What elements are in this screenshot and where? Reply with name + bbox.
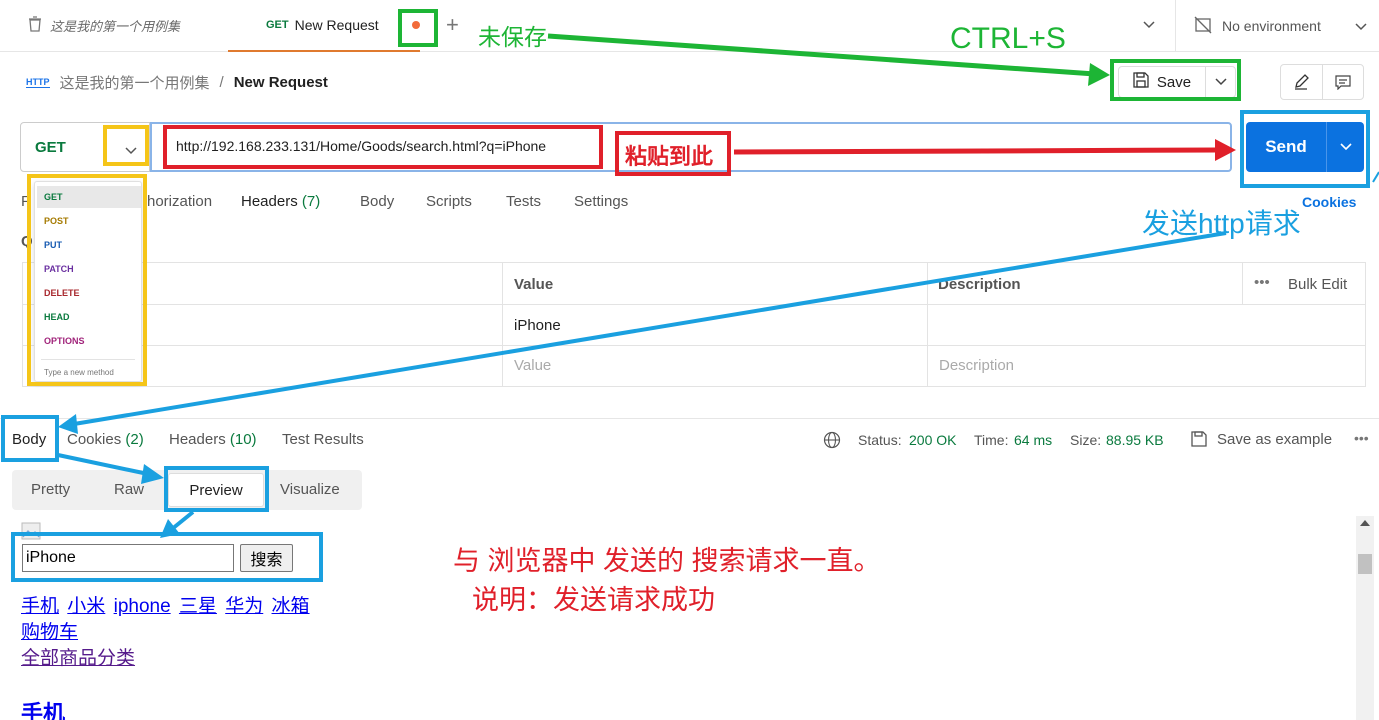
resp-tab-cookies[interactable]: Cookies (2) (67, 431, 144, 448)
cookies-link[interactable]: Cookies (1302, 194, 1356, 210)
preview-heading: 手机 (21, 701, 66, 720)
link-phone[interactable]: 手机 (21, 596, 59, 617)
environment-label: No environment (1222, 18, 1321, 34)
breadcrumb: HTTP 这是我的第一个用例集 / New Request (26, 72, 328, 93)
resp-tab-cookies-count: (2) (125, 431, 144, 448)
tab-authorization[interactable]: horization (147, 193, 212, 210)
param-value-placeholder[interactable]: Value (514, 357, 551, 374)
status-label: Status: (858, 432, 902, 448)
method-label: GET (35, 138, 66, 156)
link-cart[interactable]: 购物车 (21, 622, 78, 643)
preview-scrollbar[interactable] (1356, 516, 1374, 720)
size-label: Size: (1070, 432, 1102, 448)
view-visualize[interactable]: Visualize (280, 481, 340, 498)
col-description-header: Description (938, 276, 1021, 293)
floppy-disk-icon (1191, 431, 1207, 450)
preview-highlight-box (164, 466, 269, 512)
view-pretty[interactable]: Pretty (31, 481, 70, 498)
link-xiaomi[interactable]: 小米 (67, 596, 105, 617)
params-table: Value Description ••• Bulk Edit iPhone V… (22, 262, 1366, 387)
pencil-icon[interactable] (1281, 65, 1323, 99)
tab-body[interactable]: Body (360, 193, 394, 210)
method-highlight-box (103, 125, 149, 166)
collection-tab[interactable]: 这是我的第一个用例集 (28, 16, 180, 35)
edit-comment-group (1280, 64, 1364, 100)
dropdown-highlight-box (27, 174, 147, 386)
col-value-header: Value (514, 276, 554, 293)
size-value[interactable]: 88.95 KB (1106, 432, 1164, 448)
breadcrumb-parent[interactable]: 这是我的第一个用例集 (60, 72, 210, 93)
time-label: Time: (974, 432, 1009, 448)
param-description-placeholder[interactable]: Description (939, 357, 1014, 374)
link-huawei[interactable]: 华为 (225, 596, 263, 617)
breadcrumb-separator: / (219, 74, 224, 91)
more-dots-icon[interactable]: ••• (1254, 274, 1270, 291)
save-as-example-button[interactable]: Save as example (1217, 431, 1332, 448)
link-fridge[interactable]: 冰箱 (272, 596, 310, 617)
link-iphone[interactable]: iphone (114, 596, 171, 617)
tab-bar (0, 0, 1379, 52)
tab-scripts[interactable]: Scripts (426, 193, 472, 210)
more-dots-icon[interactable]: ••• (1354, 430, 1369, 446)
bulk-edit-link[interactable]: Bulk Edit (1288, 276, 1347, 293)
annotation-unsaved: 未保存 (478, 24, 547, 50)
unsaved-highlight-box (398, 9, 438, 47)
send-highlight-box (1240, 110, 1370, 188)
resp-tab-headers[interactable]: Headers (10) (169, 431, 257, 448)
search-highlight-box (11, 532, 323, 582)
comment-icon[interactable] (1323, 65, 1364, 99)
no-environment-icon (1194, 16, 1212, 37)
tab-headers-count: (7) (301, 193, 321, 210)
tab-headers-label: Headers (241, 193, 298, 210)
time-value[interactable]: 64 ms (1014, 432, 1052, 448)
annotation-success: 说明：发送请求成功 (472, 585, 715, 615)
annotation-send-http: 发送http请求 (1142, 208, 1301, 239)
url-highlight-box (163, 125, 603, 169)
environment-selector[interactable]: No environment (1175, 0, 1379, 52)
resp-tab-headers-count: (10) (229, 431, 257, 448)
globe-icon[interactable] (823, 431, 841, 452)
view-raw[interactable]: Raw (114, 481, 144, 498)
resp-tab-test-results[interactable]: Test Results (282, 431, 364, 448)
resp-tab-cookies-label: Cookies (67, 431, 122, 448)
request-tab-method: GET (266, 19, 289, 31)
tab-headers[interactable]: Headers (7) (241, 193, 320, 210)
chevron-down-icon (1355, 18, 1367, 34)
link-all-categories[interactable]: 全部商品分类 (21, 648, 135, 669)
annotation-ctrl-s: CTRL+S (950, 22, 1066, 55)
resp-tab-headers-label: Headers (169, 431, 226, 448)
tab-tests[interactable]: Tests (506, 193, 541, 210)
tab-settings[interactable]: Settings (574, 193, 628, 210)
preview-links: 手机 小米 iphone 三星 华为 冰箱 购物车 全部商品分类 (21, 594, 313, 672)
collection-tab-label: 这是我的第一个用例集 (50, 19, 181, 34)
request-tab-label: New Request (294, 17, 379, 33)
link-samsung[interactable]: 三星 (179, 596, 217, 617)
annotation-paste-here: 粘贴到此 (625, 144, 714, 169)
save-highlight-box (1110, 59, 1241, 101)
new-tab-plus-icon[interactable]: + (446, 12, 459, 38)
status-value[interactable]: 200 OK (909, 432, 956, 448)
trash-icon (28, 16, 42, 35)
body-tab-highlight-box (1, 415, 59, 462)
http-icon: HTTP (26, 77, 50, 88)
param-value-cell[interactable]: iPhone (514, 317, 561, 334)
annotation-same-as-browser: 与 浏览器中 发送的 搜索请求一直。 (453, 546, 881, 576)
chevron-down-icon[interactable] (1143, 17, 1155, 32)
request-tab[interactable]: GET New Request (228, 0, 420, 52)
breadcrumb-current[interactable]: New Request (234, 74, 328, 91)
divider (0, 418, 1379, 419)
